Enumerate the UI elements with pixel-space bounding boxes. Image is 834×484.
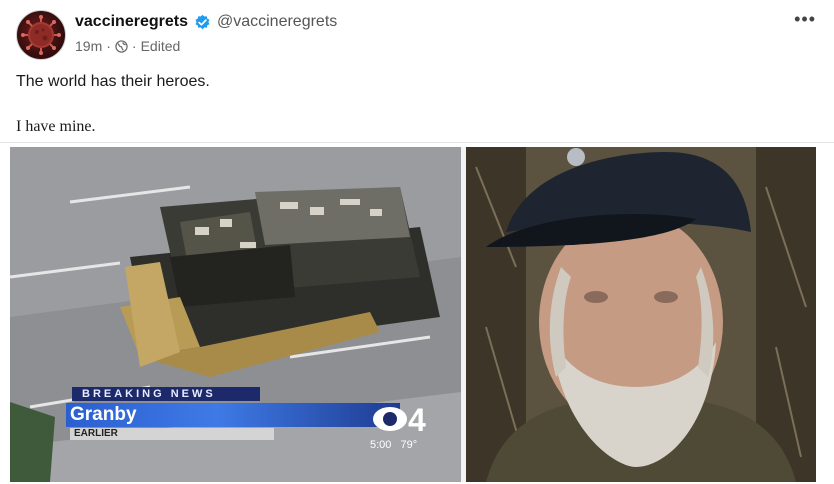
news-ticker: 5:00 79°	[370, 439, 423, 451]
globe-icon	[115, 39, 128, 53]
breaking-news-banner: BREAKING NEWS	[72, 387, 260, 401]
post-meta: 19m · · Edited	[75, 38, 180, 54]
man-portrait-image[interactable]	[466, 147, 816, 482]
post-media[interactable]: BREAKING NEWS Granby EARLIER 4 5:00 79°	[10, 147, 816, 482]
news-time: 5:00	[370, 439, 392, 451]
news-subtext: EARLIER	[70, 428, 274, 440]
display-name[interactable]: vaccineregrets	[75, 13, 188, 31]
author-row: vaccineregrets @vaccineregrets	[75, 13, 337, 31]
portrait-scene	[466, 147, 816, 482]
virus-avatar-icon	[21, 15, 61, 55]
avatar[interactable]	[16, 10, 66, 60]
divider	[0, 142, 834, 143]
meta-separator: ·	[106, 38, 111, 54]
post-text-line-2: I have mine.	[16, 118, 96, 135]
bulldozer-news-image[interactable]: BREAKING NEWS Granby EARLIER 4 5:00 79°	[10, 147, 461, 482]
channel-number: 4	[408, 402, 426, 437]
timestamp[interactable]: 19m	[75, 38, 102, 54]
verified-badge-icon	[194, 14, 211, 31]
cbs-logo-icon: 4	[370, 401, 442, 437]
news-location: Granby	[66, 403, 400, 427]
post-card: vaccineregrets @vaccineregrets 19m · · E…	[0, 0, 834, 484]
edited-label[interactable]: Edited	[141, 38, 181, 54]
more-options-icon[interactable]: •••	[794, 10, 816, 28]
handle[interactable]: @vaccineregrets	[217, 13, 337, 31]
post-text-line-1: The world has their heroes.	[16, 73, 210, 90]
news-temperature: 79°	[400, 439, 418, 451]
meta-separator-2: ·	[131, 38, 137, 54]
